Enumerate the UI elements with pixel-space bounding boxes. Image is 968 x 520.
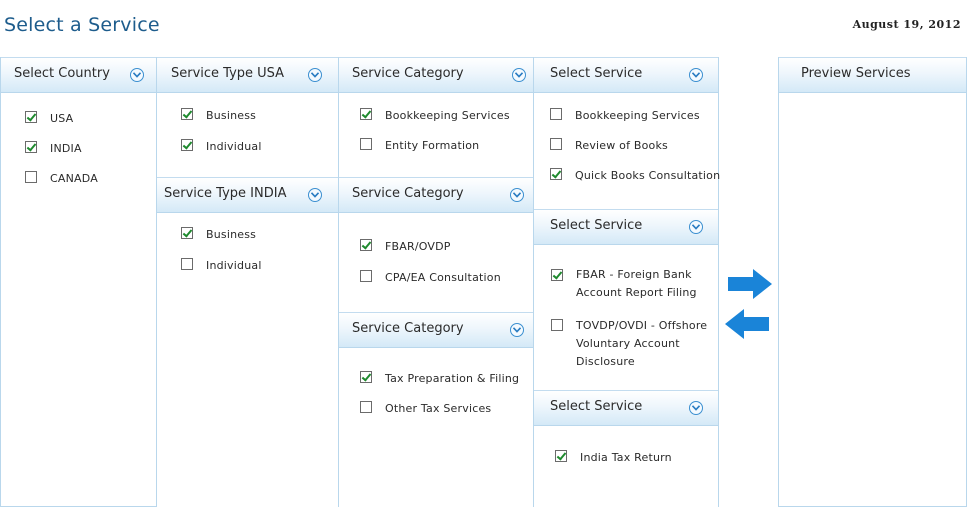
chevron-down-icon[interactable]: [512, 68, 526, 82]
checkbox-label: Business: [206, 109, 257, 122]
chevron-down-icon[interactable]: [308, 188, 322, 202]
checkbox[interactable]: [360, 371, 372, 383]
service-category-title: Service Category: [352, 186, 464, 201]
checkbox[interactable]: [181, 108, 193, 120]
checkbox[interactable]: [25, 171, 37, 183]
chevron-down-icon[interactable]: [308, 68, 322, 82]
service-category-title: Service Category: [352, 321, 464, 336]
checkbox-label: FBAR - Foreign Bank Account Report Filin…: [576, 268, 697, 299]
checkbox-label: Review of Books: [575, 139, 668, 152]
page-date: August 19, 2012: [852, 18, 961, 31]
checkbox[interactable]: [25, 111, 37, 123]
checkbox-label: TOVDP/OVDI - Offshore Voluntary Account …: [576, 319, 708, 368]
service-type-usa-title: Service Type USA: [171, 66, 285, 81]
country-column: Select Country USA INDIA CANADA: [0, 57, 157, 507]
select-service-title: Select Service: [550, 399, 643, 414]
checkbox-label: CANADA: [50, 172, 98, 185]
arrow-right-icon[interactable]: [727, 268, 773, 300]
chevron-down-icon[interactable]: [689, 68, 703, 82]
service-category-header-3[interactable]: Service Category: [339, 312, 533, 348]
checkbox-label: India Tax Return: [580, 451, 672, 464]
arrow-left-icon[interactable]: [724, 308, 770, 340]
select-service-column: Select Service Bookkeeping Services Revi…: [533, 57, 721, 507]
checkbox[interactable]: [25, 141, 37, 153]
checkbox-label: Bookkeeping Services: [575, 109, 700, 122]
checkbox-label: FBAR/OVDP: [385, 240, 451, 253]
checkbox[interactable]: [360, 108, 372, 120]
service-category-column: Service Category Bookkeeping Services En…: [338, 57, 534, 507]
checkbox[interactable]: [360, 270, 372, 282]
page-title: Select a Service: [4, 14, 160, 36]
checkbox[interactable]: [360, 401, 372, 413]
service-type-india-header[interactable]: Service Type INDIA: [157, 177, 338, 213]
checkbox-label: Quick Books Consultation: [575, 169, 721, 182]
chevron-down-icon[interactable]: [689, 401, 703, 415]
checkbox-label: Entity Formation: [385, 139, 480, 152]
checkbox[interactable]: [551, 269, 563, 281]
checkbox-label: Individual: [206, 259, 262, 272]
preview-services-title: Preview Services: [801, 66, 911, 81]
chevron-down-icon[interactable]: [510, 323, 524, 337]
checkbox-label: Individual: [206, 140, 262, 153]
chevron-down-icon[interactable]: [130, 68, 144, 82]
checkbox[interactable]: [550, 168, 562, 180]
checkbox[interactable]: [360, 138, 372, 150]
service-type-india-title: Service Type INDIA: [164, 186, 287, 201]
checkbox[interactable]: [550, 138, 562, 150]
preview-services-column: Preview Services: [778, 57, 967, 507]
checkbox-label: Tax Preparation & Filing: [385, 372, 520, 385]
checkbox[interactable]: [360, 239, 372, 251]
checkbox-label: USA: [50, 112, 74, 125]
checkbox[interactable]: [551, 319, 563, 331]
service-category-title: Service Category: [352, 66, 464, 81]
country-panel-header[interactable]: Select Country: [1, 57, 156, 93]
service-category-header-1[interactable]: Service Category: [339, 57, 533, 93]
select-service-header-1[interactable]: Select Service: [534, 57, 718, 93]
checkbox-label: CPA/EA Consultation: [385, 271, 501, 284]
select-service-header-3[interactable]: Select Service: [534, 390, 718, 426]
preview-services-header: Preview Services: [779, 57, 966, 93]
select-service-header-2[interactable]: Select Service: [534, 209, 718, 245]
checkbox-label: Other Tax Services: [385, 402, 492, 415]
checkbox[interactable]: [555, 450, 567, 462]
checkbox[interactable]: [550, 108, 562, 120]
service-type-column: Service Type USA Business Individual Ser…: [156, 57, 339, 507]
chevron-down-icon[interactable]: [510, 188, 524, 202]
service-category-header-2[interactable]: Service Category: [339, 177, 533, 213]
checkbox-label: Bookkeeping Services: [385, 109, 510, 122]
checkbox[interactable]: [181, 139, 193, 151]
select-service-title: Select Service: [550, 66, 643, 81]
select-service-title: Select Service: [550, 218, 643, 233]
chevron-down-icon[interactable]: [689, 220, 703, 234]
checkbox-label: Business: [206, 228, 257, 241]
checkbox-label: INDIA: [50, 142, 82, 155]
service-type-usa-header[interactable]: Service Type USA: [157, 57, 338, 93]
country-panel-title: Select Country: [14, 66, 110, 81]
checkbox[interactable]: [181, 258, 193, 270]
checkbox[interactable]: [181, 227, 193, 239]
